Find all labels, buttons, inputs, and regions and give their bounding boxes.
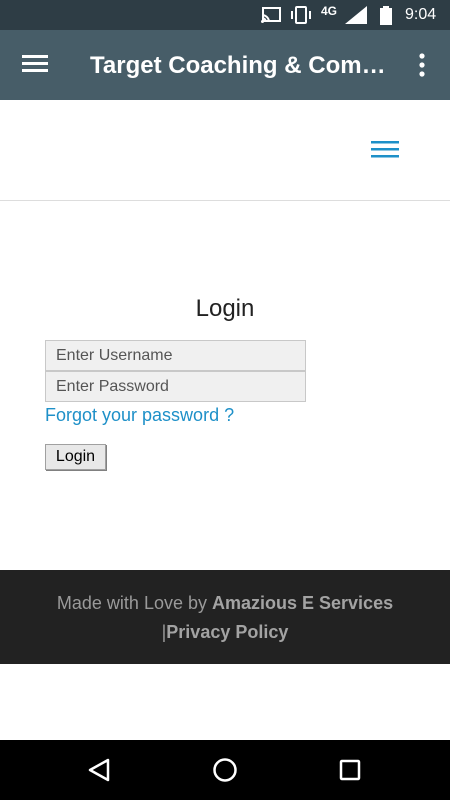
site-header: [0, 100, 450, 201]
cast-icon: [261, 7, 281, 28]
app-title: Target Coaching & Comp...: [90, 52, 390, 79]
app-bar: Target Coaching & Comp...: [0, 30, 450, 100]
home-icon[interactable]: [212, 757, 238, 788]
privacy-policy-link[interactable]: Privacy Policy: [166, 622, 288, 642]
username-input[interactable]: [45, 340, 306, 371]
login-button[interactable]: Login: [45, 444, 106, 470]
login-heading: Login: [195, 295, 255, 322]
footer-credit: Made with Love by Amazious E Services: [0, 593, 450, 614]
back-icon[interactable]: [88, 758, 110, 787]
password-input[interactable]: [45, 371, 306, 402]
status-bar: 4G 9:04: [0, 0, 450, 30]
clock-time: 9:04: [405, 6, 437, 23]
footer-made-with-text: Made with Love by: [56, 593, 212, 613]
battery-icon: [380, 6, 392, 30]
forgot-password-link[interactable]: Forgot your password ?: [45, 405, 234, 426]
footer-company-link[interactable]: Amazious E Services: [212, 593, 393, 613]
overflow-menu-icon[interactable]: [416, 52, 428, 83]
nav-toggle-icon[interactable]: [371, 139, 399, 166]
network-type-label: 4G: [321, 4, 338, 18]
site-footer: Made with Love by Amazious E Services |P…: [0, 570, 450, 664]
signal-icon: [345, 6, 367, 29]
recent-apps-icon[interactable]: [339, 759, 361, 786]
footer-links: |Privacy Policy: [0, 622, 450, 643]
vibrate-icon: [289, 6, 313, 29]
hamburger-menu-icon[interactable]: [22, 54, 48, 79]
system-navigation-bar: [0, 740, 450, 800]
